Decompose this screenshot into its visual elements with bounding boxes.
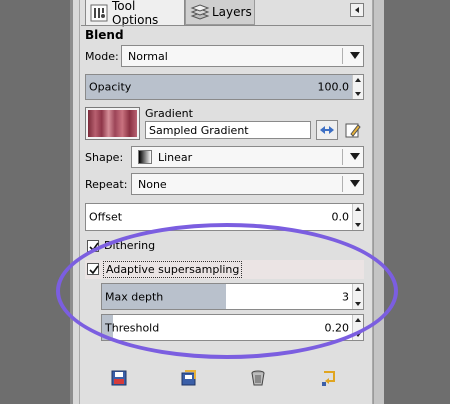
save-preset-icon [111, 370, 127, 386]
max-depth-slider[interactable]: Max depth 3 [101, 283, 364, 310]
tab-menu-button[interactable] [350, 3, 364, 17]
swap-arrows-icon [320, 126, 334, 134]
repeat-combo[interactable]: None [131, 173, 364, 195]
chevron-down-icon [350, 153, 360, 160]
shape-value: Linear [158, 150, 193, 164]
chevron-down-icon [350, 52, 360, 59]
tab-tool-options-label: Tool Options [112, 0, 159, 27]
combo-separator [342, 48, 343, 64]
restore-preset-icon [181, 370, 196, 386]
shape-label: Shape: [85, 151, 124, 164]
dock-left-border [70, 0, 73, 404]
gradient-swatch-icon [88, 110, 137, 137]
edit-pencil-icon [345, 123, 361, 138]
threshold-value: 0.20 [324, 321, 350, 334]
opacity-stepper[interactable] [352, 75, 363, 99]
section-title: Blend [85, 28, 124, 42]
triangle-left-icon [355, 7, 359, 13]
down-arrow-icon [355, 333, 361, 337]
checkmark-icon [89, 242, 99, 252]
shape-icon-linear [138, 150, 152, 164]
delete-preset-button[interactable] [249, 369, 267, 387]
repeat-value: None [138, 177, 167, 191]
tab-tool-options[interactable]: Tool Options [85, 0, 185, 27]
checkmark-icon [89, 265, 99, 275]
restore-preset-button[interactable] [180, 369, 198, 387]
adaptive-supersampling-label: Adaptive supersampling [103, 261, 243, 278]
reset-button[interactable] [320, 369, 338, 387]
max-depth-stepper[interactable] [352, 284, 363, 309]
up-arrow-icon [355, 287, 361, 291]
offset-label: Offset [89, 210, 123, 224]
save-preset-button[interactable] [110, 369, 128, 387]
edit-gradient-button[interactable] [343, 120, 365, 140]
gradient-label: Gradient [145, 107, 193, 120]
combo-separator [342, 149, 343, 165]
offset-stepper[interactable] [352, 204, 363, 230]
tab-content-border [81, 25, 371, 26]
max-depth-value: 3 [342, 290, 349, 303]
offset-slider[interactable]: Offset 0.0 [85, 203, 364, 231]
gradient-name: Sampled Gradient [149, 123, 249, 137]
dock-scroll-margin [373, 0, 384, 404]
shape-combo[interactable]: Linear [131, 146, 364, 168]
opacity-slider[interactable]: Opacity 100.0 [85, 74, 364, 100]
adaptive-supersampling-checkbox[interactable] [87, 263, 99, 275]
gradient-name-field[interactable]: Sampled Gradient [145, 121, 311, 139]
up-arrow-icon [355, 78, 361, 82]
chevron-down-icon [350, 180, 360, 187]
mode-value: Normal [128, 49, 168, 63]
threshold-label: Threshold [105, 321, 160, 334]
combo-separator [342, 176, 343, 192]
opacity-label: Opacity [89, 80, 132, 94]
mode-label: Mode: [85, 50, 119, 63]
tab-layers-label: Layers [212, 5, 252, 19]
threshold-stepper[interactable] [352, 315, 363, 340]
down-arrow-icon [355, 302, 361, 306]
reverse-gradient-button[interactable] [316, 120, 338, 140]
max-depth-label: Max depth [105, 290, 164, 303]
down-arrow-icon [355, 92, 361, 96]
dithering-checkbox[interactable] [87, 240, 99, 252]
opacity-value: 100.0 [317, 80, 350, 94]
layers-icon [190, 3, 210, 21]
threshold-slider[interactable]: Threshold 0.20 [101, 314, 364, 341]
delete-preset-icon [251, 370, 265, 386]
dithering-label: Dithering [104, 239, 156, 252]
up-arrow-icon [355, 207, 361, 211]
repeat-label: Repeat: [85, 178, 128, 191]
tab-layers[interactable]: Layers [185, 0, 255, 25]
reset-icon [322, 371, 335, 386]
tool-options-icon [90, 4, 108, 22]
gradient-preview-button[interactable] [85, 107, 140, 140]
down-arrow-icon [355, 223, 361, 227]
up-arrow-icon [355, 318, 361, 322]
offset-value: 0.0 [331, 210, 350, 224]
mode-combo[interactable]: Normal [121, 45, 364, 67]
